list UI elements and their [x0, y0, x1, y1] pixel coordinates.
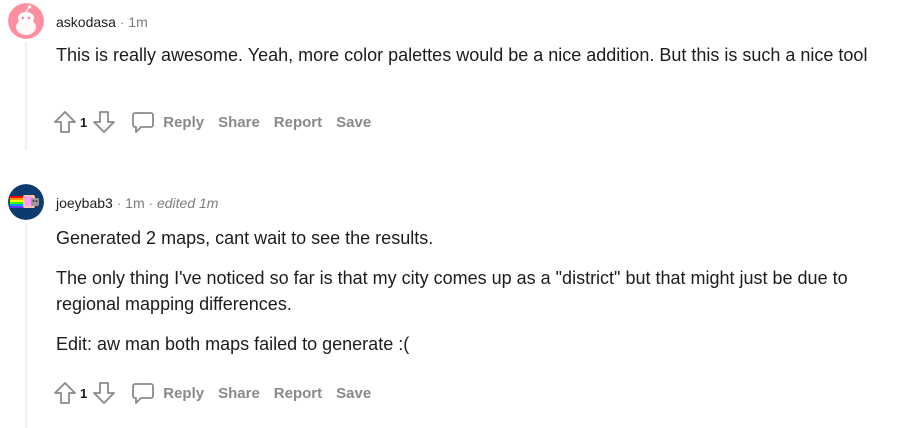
share-button[interactable]: Share	[218, 114, 260, 131]
speech-bubble-icon	[132, 383, 155, 404]
comment-body: This is really awesome. Yeah, more color…	[56, 42, 886, 82]
upvote-button[interactable]	[52, 109, 78, 135]
downvote-button[interactable]	[91, 380, 117, 406]
downvote-button[interactable]	[91, 109, 117, 135]
downvote-arrow-icon	[93, 111, 116, 133]
share-button[interactable]: Share	[218, 385, 260, 402]
upvote-button[interactable]	[52, 380, 78, 406]
downvote-arrow-icon	[93, 382, 116, 404]
report-button[interactable]: Report	[274, 114, 322, 131]
separator-dot: ·	[119, 15, 125, 30]
reddit-snoo-avatar-icon	[8, 3, 44, 39]
reply-label: Reply	[163, 113, 205, 131]
edited-label: edited 1m	[156, 195, 219, 211]
reply-button[interactable]: Reply	[131, 110, 204, 134]
comment-actions: 1 Reply Share Report Save	[52, 106, 371, 138]
save-button[interactable]: Save	[336, 385, 371, 402]
comment: joeybab3 · 1m · edited 1m Generated 2 maps, …	[0, 181, 900, 428]
comment-paragraph: The only thing I've noticed so far is th…	[56, 268, 848, 314]
comment-paragraph: Edit: aw man both maps failed to generat…	[56, 334, 410, 354]
comment-paragraph: Generated 2 maps, cant wait to see the r…	[56, 228, 434, 248]
reply-button[interactable]: Reply	[131, 381, 204, 405]
comment-meta: askodasa · 1m	[56, 12, 148, 33]
reply-label: Reply	[163, 384, 205, 402]
upvote-arrow-icon	[54, 111, 76, 133]
author-name[interactable]: askodasa	[56, 14, 116, 30]
user-avatar[interactable]	[8, 184, 44, 220]
comment: askodasa · 1m This is really awesome. Yeah…	[0, 0, 900, 150]
report-button[interactable]: Report	[274, 385, 322, 402]
comment-meta: joeybab3 · 1m · edited 1m	[56, 193, 218, 214]
nyan-cat-avatar-icon	[8, 184, 44, 220]
comment-paragraph: This is really awesome. Yeah, more color…	[56, 45, 868, 65]
timestamp[interactable]: 1m	[128, 14, 147, 30]
vote-score: 1	[80, 385, 88, 401]
author-name[interactable]: joeybab3	[56, 195, 113, 211]
separator-dot: ·	[148, 196, 153, 211]
thread-line[interactable]	[25, 42, 27, 150]
comment-body: Generated 2 maps, cant wait to see the r…	[56, 225, 886, 371]
save-button[interactable]: Save	[336, 114, 371, 131]
separator-dot: ·	[116, 196, 122, 211]
speech-bubble-icon	[132, 112, 155, 133]
timestamp[interactable]: 1m	[125, 195, 144, 211]
thread-line[interactable]	[25, 223, 27, 428]
vote-score: 1	[80, 114, 88, 130]
comment-actions: 1 Reply Share Report Save	[52, 377, 371, 409]
upvote-arrow-icon	[54, 382, 76, 404]
user-avatar[interactable]	[8, 3, 44, 39]
